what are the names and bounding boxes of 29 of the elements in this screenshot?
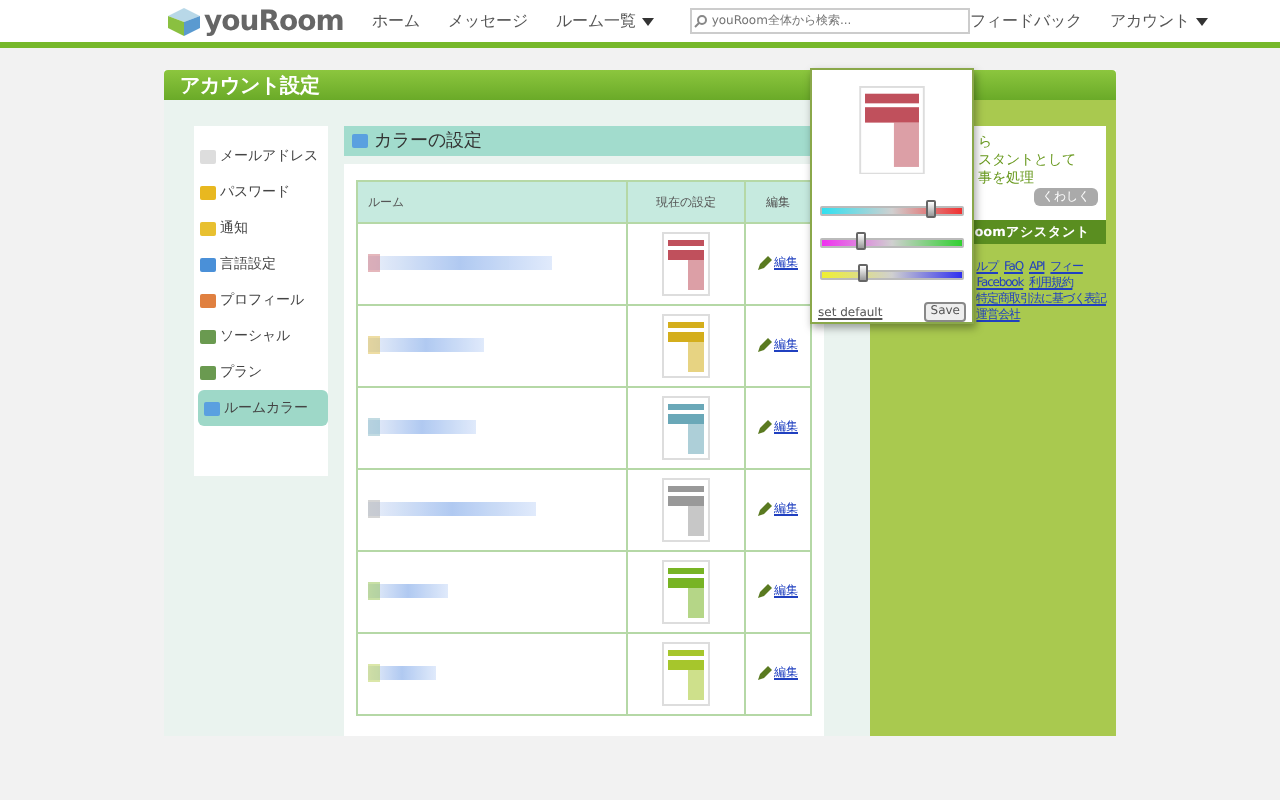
color-preview (858, 86, 926, 175)
pencil-icon (758, 584, 772, 598)
slider-thumb[interactable] (925, 200, 936, 219)
page-title: アカウント設定 (180, 72, 320, 99)
slider-thumb[interactable] (855, 232, 866, 251)
caret-icon (1195, 17, 1208, 25)
section-title: カラーの設定 (374, 129, 482, 154)
nav-link[interactable]: アカウント (1109, 10, 1208, 32)
logo-icon (168, 7, 200, 35)
pencil-icon (758, 256, 772, 270)
blurred-room-name (368, 419, 476, 433)
blurred-room-name (368, 583, 448, 597)
caret-icon (641, 17, 654, 25)
blurred-room-name (368, 665, 436, 679)
nav-link[interactable]: フィードバック (969, 10, 1082, 32)
pencil-icon (758, 666, 772, 680)
slider-thumb[interactable] (858, 264, 868, 283)
color-slider[interactable] (820, 270, 964, 280)
color-slider[interactable] (820, 206, 964, 217)
nav-link[interactable]: ホーム (371, 10, 420, 32)
pencil-icon (758, 502, 772, 516)
nav-link[interactable]: メッセージ (447, 10, 528, 32)
blurred-room-name (368, 337, 484, 351)
nav-link[interactable]: ルーム一覧 (555, 10, 654, 32)
logo[interactable]: youRoom (204, 5, 344, 37)
search-icon (693, 14, 708, 28)
pencil-icon (758, 338, 772, 352)
pencil-icon (758, 420, 772, 434)
color-slider[interactable] (820, 238, 964, 249)
